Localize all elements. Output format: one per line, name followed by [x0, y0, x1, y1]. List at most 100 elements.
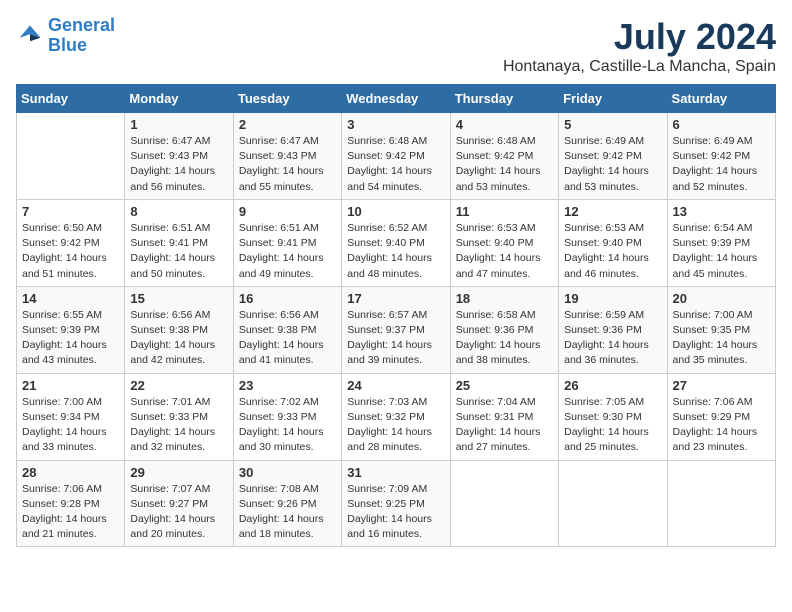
day-info: Sunrise: 7:04 AMSunset: 9:31 PMDaylight:…: [456, 395, 553, 456]
day-number: 23: [239, 378, 336, 393]
calendar-cell: [559, 460, 667, 547]
calendar-cell: 7 Sunrise: 6:50 AMSunset: 9:42 PMDayligh…: [17, 199, 125, 286]
calendar-cell: 16 Sunrise: 6:56 AMSunset: 9:38 PMDaylig…: [233, 286, 341, 373]
day-number: 24: [347, 378, 444, 393]
day-info: Sunrise: 6:51 AMSunset: 9:41 PMDaylight:…: [130, 221, 227, 282]
calendar-cell: 10 Sunrise: 6:52 AMSunset: 9:40 PMDaylig…: [342, 199, 450, 286]
day-number: 13: [673, 204, 770, 219]
day-info: Sunrise: 6:47 AMSunset: 9:43 PMDaylight:…: [239, 134, 336, 195]
day-number: 16: [239, 291, 336, 306]
calendar-week-row: 21 Sunrise: 7:00 AMSunset: 9:34 PMDaylig…: [17, 373, 776, 460]
day-info: Sunrise: 6:52 AMSunset: 9:40 PMDaylight:…: [347, 221, 444, 282]
day-number: 11: [456, 204, 553, 219]
logo: General Blue: [16, 16, 115, 56]
calendar-cell: 14 Sunrise: 6:55 AMSunset: 9:39 PMDaylig…: [17, 286, 125, 373]
day-number: 28: [22, 465, 119, 480]
weekday-header-tuesday: Tuesday: [233, 85, 341, 113]
weekday-header-friday: Friday: [559, 85, 667, 113]
day-number: 29: [130, 465, 227, 480]
day-number: 25: [456, 378, 553, 393]
day-info: Sunrise: 6:56 AMSunset: 9:38 PMDaylight:…: [130, 308, 227, 369]
calendar-cell: 4 Sunrise: 6:48 AMSunset: 9:42 PMDayligh…: [450, 113, 558, 200]
day-info: Sunrise: 7:02 AMSunset: 9:33 PMDaylight:…: [239, 395, 336, 456]
weekday-header-wednesday: Wednesday: [342, 85, 450, 113]
day-info: Sunrise: 6:53 AMSunset: 9:40 PMDaylight:…: [456, 221, 553, 282]
calendar-cell: 5 Sunrise: 6:49 AMSunset: 9:42 PMDayligh…: [559, 113, 667, 200]
calendar-cell: 17 Sunrise: 6:57 AMSunset: 9:37 PMDaylig…: [342, 286, 450, 373]
calendar-cell: [450, 460, 558, 547]
calendar-cell: [17, 113, 125, 200]
day-number: 19: [564, 291, 661, 306]
calendar-cell: 18 Sunrise: 6:58 AMSunset: 9:36 PMDaylig…: [450, 286, 558, 373]
month-title: July 2024: [503, 16, 776, 58]
weekday-header-row: SundayMondayTuesdayWednesdayThursdayFrid…: [17, 85, 776, 113]
day-info: Sunrise: 7:05 AMSunset: 9:30 PMDaylight:…: [564, 395, 661, 456]
day-info: Sunrise: 7:06 AMSunset: 9:28 PMDaylight:…: [22, 482, 119, 543]
calendar-cell: 3 Sunrise: 6:48 AMSunset: 9:42 PMDayligh…: [342, 113, 450, 200]
day-info: Sunrise: 6:56 AMSunset: 9:38 PMDaylight:…: [239, 308, 336, 369]
day-info: Sunrise: 6:55 AMSunset: 9:39 PMDaylight:…: [22, 308, 119, 369]
calendar-week-row: 28 Sunrise: 7:06 AMSunset: 9:28 PMDaylig…: [17, 460, 776, 547]
day-info: Sunrise: 6:48 AMSunset: 9:42 PMDaylight:…: [347, 134, 444, 195]
day-info: Sunrise: 6:58 AMSunset: 9:36 PMDaylight:…: [456, 308, 553, 369]
day-info: Sunrise: 6:53 AMSunset: 9:40 PMDaylight:…: [564, 221, 661, 282]
day-info: Sunrise: 7:07 AMSunset: 9:27 PMDaylight:…: [130, 482, 227, 543]
calendar-cell: 12 Sunrise: 6:53 AMSunset: 9:40 PMDaylig…: [559, 199, 667, 286]
day-number: 10: [347, 204, 444, 219]
calendar-cell: 31 Sunrise: 7:09 AMSunset: 9:25 PMDaylig…: [342, 460, 450, 547]
day-number: 9: [239, 204, 336, 219]
day-info: Sunrise: 7:09 AMSunset: 9:25 PMDaylight:…: [347, 482, 444, 543]
day-info: Sunrise: 6:57 AMSunset: 9:37 PMDaylight:…: [347, 308, 444, 369]
calendar-cell: 22 Sunrise: 7:01 AMSunset: 9:33 PMDaylig…: [125, 373, 233, 460]
calendar-cell: 23 Sunrise: 7:02 AMSunset: 9:33 PMDaylig…: [233, 373, 341, 460]
day-info: Sunrise: 6:49 AMSunset: 9:42 PMDaylight:…: [673, 134, 770, 195]
weekday-header-thursday: Thursday: [450, 85, 558, 113]
calendar-cell: 29 Sunrise: 7:07 AMSunset: 9:27 PMDaylig…: [125, 460, 233, 547]
weekday-header-saturday: Saturday: [667, 85, 775, 113]
day-number: 5: [564, 117, 661, 132]
calendar-table: SundayMondayTuesdayWednesdayThursdayFrid…: [16, 84, 776, 547]
day-number: 27: [673, 378, 770, 393]
day-number: 26: [564, 378, 661, 393]
day-number: 2: [239, 117, 336, 132]
calendar-cell: 26 Sunrise: 7:05 AMSunset: 9:30 PMDaylig…: [559, 373, 667, 460]
page-header: General Blue July 2024 Hontanaya, Castil…: [16, 16, 776, 76]
day-info: Sunrise: 6:51 AMSunset: 9:41 PMDaylight:…: [239, 221, 336, 282]
day-number: 17: [347, 291, 444, 306]
calendar-cell: 28 Sunrise: 7:06 AMSunset: 9:28 PMDaylig…: [17, 460, 125, 547]
calendar-cell: 8 Sunrise: 6:51 AMSunset: 9:41 PMDayligh…: [125, 199, 233, 286]
calendar-cell: 25 Sunrise: 7:04 AMSunset: 9:31 PMDaylig…: [450, 373, 558, 460]
day-number: 30: [239, 465, 336, 480]
day-info: Sunrise: 7:08 AMSunset: 9:26 PMDaylight:…: [239, 482, 336, 543]
calendar-week-row: 1 Sunrise: 6:47 AMSunset: 9:43 PMDayligh…: [17, 113, 776, 200]
calendar-cell: 6 Sunrise: 6:49 AMSunset: 9:42 PMDayligh…: [667, 113, 775, 200]
calendar-cell: 27 Sunrise: 7:06 AMSunset: 9:29 PMDaylig…: [667, 373, 775, 460]
day-info: Sunrise: 6:50 AMSunset: 9:42 PMDaylight:…: [22, 221, 119, 282]
calendar-cell: 9 Sunrise: 6:51 AMSunset: 9:41 PMDayligh…: [233, 199, 341, 286]
day-number: 14: [22, 291, 119, 306]
day-number: 12: [564, 204, 661, 219]
calendar-cell: 24 Sunrise: 7:03 AMSunset: 9:32 PMDaylig…: [342, 373, 450, 460]
day-info: Sunrise: 6:48 AMSunset: 9:42 PMDaylight:…: [456, 134, 553, 195]
day-number: 31: [347, 465, 444, 480]
day-number: 20: [673, 291, 770, 306]
calendar-week-row: 14 Sunrise: 6:55 AMSunset: 9:39 PMDaylig…: [17, 286, 776, 373]
calendar-cell: 15 Sunrise: 6:56 AMSunset: 9:38 PMDaylig…: [125, 286, 233, 373]
day-number: 6: [673, 117, 770, 132]
day-number: 7: [22, 204, 119, 219]
weekday-header-monday: Monday: [125, 85, 233, 113]
day-info: Sunrise: 7:06 AMSunset: 9:29 PMDaylight:…: [673, 395, 770, 456]
day-number: 22: [130, 378, 227, 393]
logo-text: General Blue: [48, 16, 115, 56]
calendar-cell: 20 Sunrise: 7:00 AMSunset: 9:35 PMDaylig…: [667, 286, 775, 373]
calendar-cell: 11 Sunrise: 6:53 AMSunset: 9:40 PMDaylig…: [450, 199, 558, 286]
day-number: 21: [22, 378, 119, 393]
calendar-cell: 21 Sunrise: 7:00 AMSunset: 9:34 PMDaylig…: [17, 373, 125, 460]
calendar-week-row: 7 Sunrise: 6:50 AMSunset: 9:42 PMDayligh…: [17, 199, 776, 286]
day-number: 15: [130, 291, 227, 306]
calendar-cell: 19 Sunrise: 6:59 AMSunset: 9:36 PMDaylig…: [559, 286, 667, 373]
calendar-cell: 1 Sunrise: 6:47 AMSunset: 9:43 PMDayligh…: [125, 113, 233, 200]
day-info: Sunrise: 6:59 AMSunset: 9:36 PMDaylight:…: [564, 308, 661, 369]
day-info: Sunrise: 7:03 AMSunset: 9:32 PMDaylight:…: [347, 395, 444, 456]
day-number: 8: [130, 204, 227, 219]
